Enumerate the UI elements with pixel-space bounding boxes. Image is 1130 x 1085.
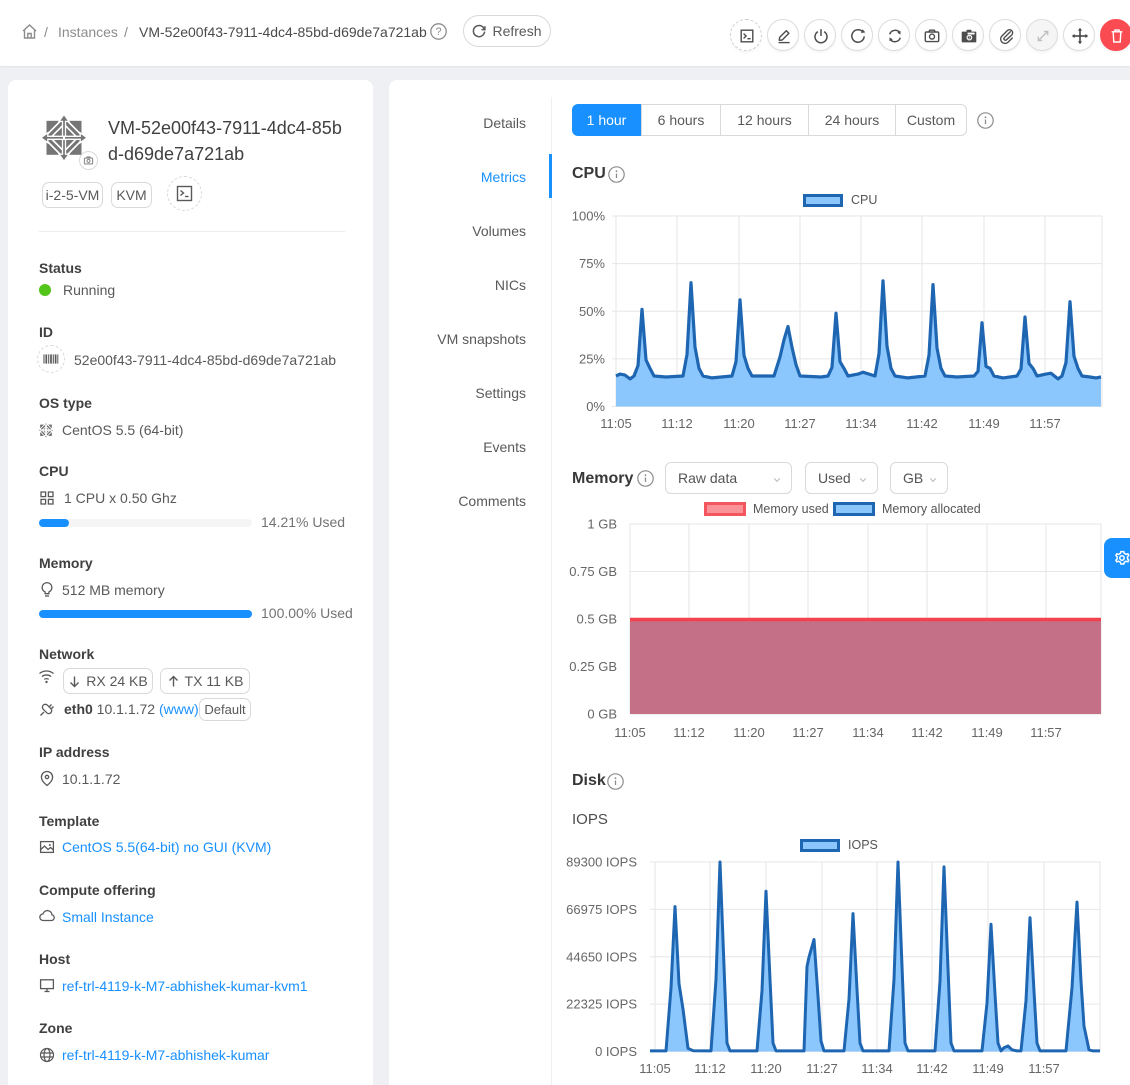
svg-text:11:34: 11:34 [852,725,884,740]
svg-text:11:57: 11:57 [1029,416,1061,431]
svg-text:11:20: 11:20 [723,416,755,431]
svg-text:22325 IOPS: 22325 IOPS [566,997,637,1012]
svg-text:11:05: 11:05 [639,1061,671,1076]
svg-text:11:12: 11:12 [661,416,693,431]
svg-text:0 IOPS: 0 IOPS [595,1044,637,1059]
svg-text:0.75 GB: 0.75 GB [569,564,617,579]
svg-text:11:42: 11:42 [906,416,938,431]
svg-text:11:20: 11:20 [750,1061,782,1076]
svg-text:66975 IOPS: 66975 IOPS [566,902,637,917]
svg-text:11:27: 11:27 [806,1061,838,1076]
svg-text:11:12: 11:12 [694,1061,726,1076]
svg-text:100%: 100% [572,209,606,224]
svg-text:0.5 GB: 0.5 GB [577,612,617,627]
svg-text:11:34: 11:34 [861,1061,893,1076]
svg-text:75%: 75% [579,256,605,271]
svg-text:11:49: 11:49 [971,725,1003,740]
svg-text:89300 IOPS: 89300 IOPS [566,855,637,870]
svg-text:11:27: 11:27 [792,725,824,740]
svg-text:11:57: 11:57 [1028,1061,1060,1076]
svg-text:0 GB: 0 GB [587,707,617,722]
svg-text:1 GB: 1 GB [587,518,617,532]
svg-text:50%: 50% [579,304,605,319]
svg-text:11:27: 11:27 [784,416,816,431]
svg-text:11:12: 11:12 [673,725,705,740]
svg-text:11:05: 11:05 [614,725,646,740]
svg-text:?: ? [435,26,441,38]
svg-text:11:05: 11:05 [600,416,632,431]
svg-text:11:57: 11:57 [1030,725,1062,740]
svg-text:25%: 25% [579,351,605,366]
svg-text:0%: 0% [586,399,605,414]
svg-text:11:20: 11:20 [733,725,765,740]
svg-text:11:34: 11:34 [845,416,877,431]
svg-text:44650 IOPS: 44650 IOPS [566,949,637,964]
svg-text:0.25 GB: 0.25 GB [569,659,617,674]
svg-text:11:42: 11:42 [916,1061,948,1076]
svg-text:11:42: 11:42 [911,725,943,740]
svg-text:11:49: 11:49 [972,1061,1004,1076]
svg-text:11:49: 11:49 [968,416,1000,431]
